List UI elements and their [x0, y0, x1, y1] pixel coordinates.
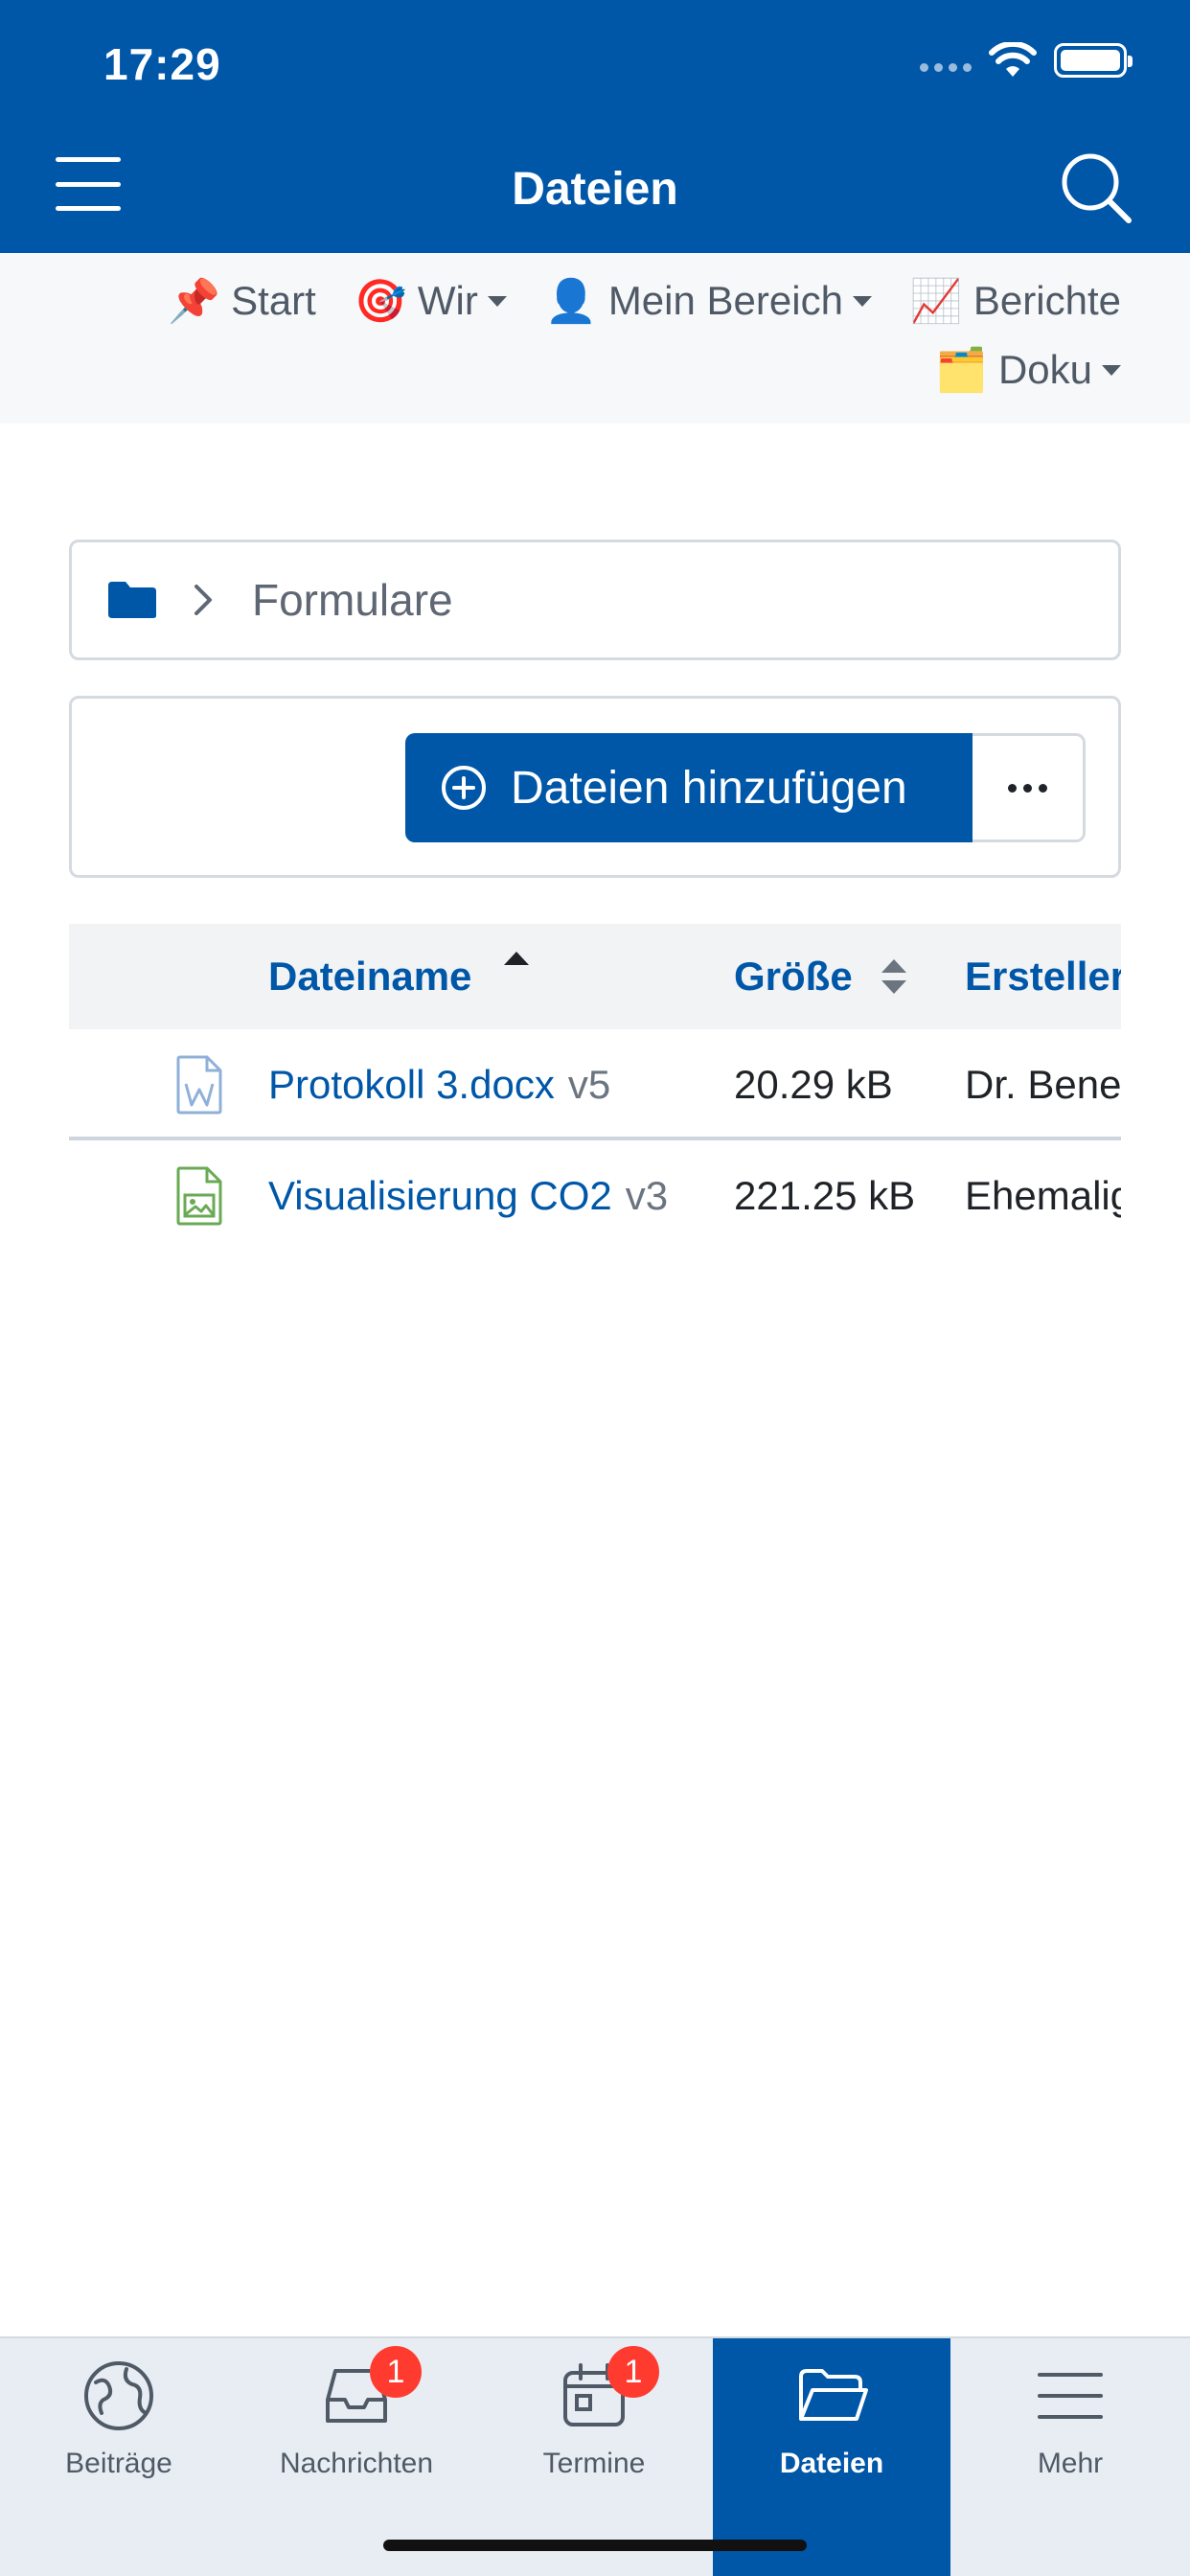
chart-icon: 📈 — [909, 278, 963, 325]
ellipsis-icon — [1008, 783, 1017, 793]
top-navigation: 📌 Start 🎯 Wir 👤 Mein Bereich 📈 Berichte … — [0, 253, 1190, 424]
target-icon: 🎯 — [354, 278, 407, 325]
sort-ascending-icon — [504, 952, 530, 965]
more-options-button[interactable] — [973, 733, 1086, 842]
tab-label: Dateien — [779, 2448, 884, 2479]
nav-label: Mein Bereich — [607, 278, 843, 323]
table-header: Dateiname Größe Ersteller — [69, 924, 1121, 1029]
page-title: Dateien — [512, 164, 678, 215]
nav-label: Doku — [997, 347, 1092, 392]
image-file-icon — [176, 1166, 222, 1226]
pin-icon: 📌 — [168, 278, 220, 325]
tab-mehr[interactable]: Mehr — [950, 2338, 1190, 2576]
status-time: 17:29 — [103, 39, 221, 89]
file-version: v3 — [625, 1173, 669, 1218]
globe-icon — [84, 2361, 153, 2430]
column-header-ersteller[interactable]: Ersteller — [965, 924, 1121, 1029]
caret-down-icon — [852, 295, 872, 307]
caret-down-icon — [487, 295, 507, 307]
column-header-groesse[interactable]: Größe — [734, 924, 910, 1029]
file-size: 20.29 kB — [734, 1062, 893, 1107]
chevron-right-icon — [195, 585, 212, 615]
wifi-icon — [989, 42, 1037, 77]
tab-beitraege[interactable]: Beiträge — [0, 2338, 238, 2576]
app-header: 17:29 Dateien — [0, 0, 1190, 253]
file-size: 221.25 kB — [734, 1173, 916, 1218]
file-name-link[interactable]: Protokoll 3.docx — [268, 1062, 555, 1108]
home-indicator — [383, 2540, 807, 2551]
nav-item-mein-bereich[interactable]: 👤 Mein Bereich — [545, 276, 872, 326]
file-box-icon: 🗂️ — [934, 347, 988, 394]
plus-circle-icon — [442, 766, 486, 810]
nav-label: Start — [231, 278, 316, 323]
tab-label: Beiträge — [65, 2448, 172, 2479]
nav-item-doku[interactable]: 🗂️ Doku — [935, 345, 1121, 395]
nav-label: Wir — [417, 278, 478, 323]
file-name-link[interactable]: Visualisierung CO2 — [268, 1173, 612, 1219]
hamburger-icon — [56, 157, 121, 162]
nav-item-start[interactable]: 📌 Start — [168, 276, 316, 326]
file-version: v5 — [567, 1062, 611, 1107]
notification-badge: 1 — [370, 2346, 422, 2398]
tab-label: Nachrichten — [279, 2448, 434, 2479]
nav-item-berichte[interactable]: 📈 Berichte — [910, 276, 1121, 326]
file-creator: Dr. Bene — [965, 1062, 1121, 1107]
breadcrumb-current[interactable]: Formulare — [252, 574, 453, 626]
caret-down-icon — [1102, 364, 1121, 376]
status-icons — [920, 42, 1133, 79]
signal-icon — [920, 49, 972, 72]
table-row[interactable]: Visualisierung CO2 v3 221.25 kB Ehemalig — [69, 1140, 1121, 1252]
file-creator: Ehemalig — [965, 1173, 1121, 1218]
calendar-icon-wrapper: 1 — [556, 2346, 659, 2434]
folder-open-icon — [799, 2369, 868, 2421]
menu-lines-icon — [1038, 2373, 1103, 2419]
tab-label: Mehr — [1037, 2448, 1104, 2479]
notification-badge: 1 — [607, 2346, 659, 2398]
nav-label: Berichte — [973, 278, 1121, 323]
tab-label: Termine — [542, 2448, 646, 2479]
word-document-icon — [176, 1055, 222, 1115]
sort-icon — [881, 959, 906, 994]
nav-item-wir[interactable]: 🎯 Wir — [355, 276, 507, 326]
table-row[interactable]: Protokoll 3.docx v5 20.29 kB Dr. Bene — [69, 1029, 1121, 1140]
folder-icon[interactable] — [106, 580, 158, 620]
search-icon[interactable] — [1058, 150, 1134, 226]
file-toolbar: Dateien hinzufügen — [69, 696, 1121, 878]
column-header-dateiname[interactable]: Dateiname — [268, 924, 533, 1029]
inbox-icon-wrapper: 1 — [318, 2346, 422, 2434]
user-icon: 👤 — [544, 278, 598, 325]
add-files-label: Dateien hinzufügen — [511, 762, 907, 814]
add-files-button[interactable]: Dateien hinzufügen — [405, 733, 973, 842]
breadcrumb: Formulare — [69, 540, 1121, 660]
files-table: Dateiname Größe Ersteller Protokoll 3.do… — [69, 924, 1121, 1252]
battery-icon — [1054, 43, 1133, 78]
